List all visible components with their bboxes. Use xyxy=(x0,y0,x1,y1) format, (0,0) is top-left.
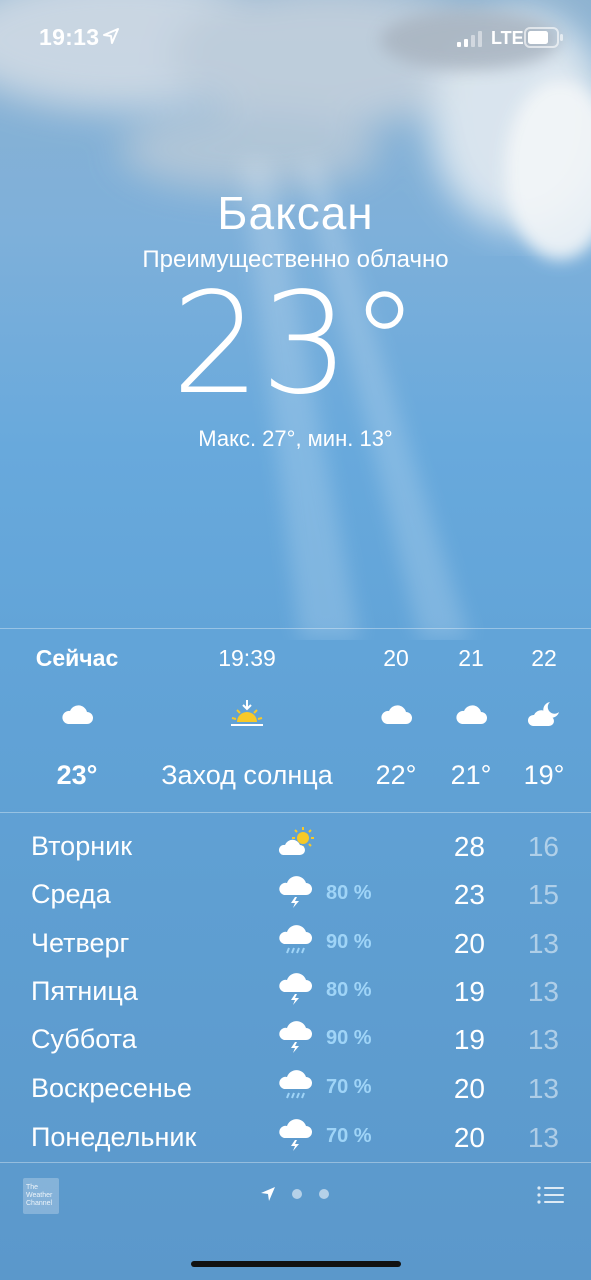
day-row: Суббота 90 % 19 13 xyxy=(0,1012,591,1060)
location-arrow-icon xyxy=(103,28,119,44)
day-row: Вторник 28 16 xyxy=(0,819,591,867)
precip-chance: 80 % xyxy=(326,882,372,904)
day-row: Пятница 80 % 19 13 xyxy=(0,964,591,1012)
city-name: Баксан xyxy=(217,187,374,239)
current-location-page-icon[interactable] xyxy=(260,1186,276,1202)
day-high: 28 xyxy=(453,831,485,862)
day-name: Четверг xyxy=(31,928,130,958)
day-high: 20 xyxy=(453,1073,485,1104)
day-name: Понедельник xyxy=(31,1122,197,1152)
day-name: Среда xyxy=(31,879,111,909)
hour-temp: 22° xyxy=(375,760,417,790)
day-name: Пятница xyxy=(31,976,138,1006)
precip-chance: 70 % xyxy=(326,1125,372,1147)
precip-chance: 90 % xyxy=(326,1027,372,1049)
status-bar: 19:13 LTE xyxy=(0,0,591,76)
precip-chance: 90 % xyxy=(326,931,372,953)
day-low: 13 xyxy=(527,1024,559,1055)
hour-label: 21 xyxy=(458,645,484,671)
day-name: Суббота xyxy=(31,1024,137,1054)
battery-icon xyxy=(524,27,563,48)
day-low: 15 xyxy=(527,879,559,910)
cellular-signal-icon xyxy=(457,31,482,47)
thunderstorm-icon xyxy=(279,973,312,1005)
sunset-icon xyxy=(231,700,263,726)
thunderstorm-icon xyxy=(279,876,312,908)
day-low: 13 xyxy=(527,976,559,1007)
home-indicator[interactable] xyxy=(191,1261,401,1267)
precip-chance: 80 % xyxy=(326,979,372,1001)
day-row: Четверг 90 % 20 13 xyxy=(0,916,591,964)
current-temperature: 23° xyxy=(171,263,420,426)
weather-channel-logo[interactable]: The Weather Channel xyxy=(23,1178,59,1214)
high-low-temperature: Макс. 27°, мин. 13° xyxy=(198,426,393,451)
rain-icon xyxy=(279,1070,312,1099)
divider xyxy=(0,812,591,813)
hour-label: Сейчас xyxy=(35,645,119,671)
thunderstorm-icon xyxy=(279,1119,312,1151)
cloud-moon-icon xyxy=(527,702,559,726)
day-high: 23 xyxy=(453,879,485,910)
day-low: 13 xyxy=(527,1073,559,1104)
day-high: 19 xyxy=(453,976,485,1007)
day-low: 16 xyxy=(527,831,559,862)
divider xyxy=(0,1162,591,1163)
hour-temp: 21° xyxy=(450,760,492,790)
page-dot[interactable] xyxy=(319,1189,329,1199)
day-high: 20 xyxy=(453,928,485,959)
hour-label: 19:39 xyxy=(218,645,276,671)
partly-sunny-icon xyxy=(278,827,314,855)
day-row: Среда 80 % 23 15 xyxy=(0,867,591,915)
day-high: 20 xyxy=(453,1122,485,1153)
cloud-icon xyxy=(381,705,412,724)
hour-label: 20 xyxy=(383,645,409,671)
rain-icon xyxy=(279,925,312,954)
day-row: Воскресенье 70 % 20 13 xyxy=(0,1061,591,1109)
network-type: LTE xyxy=(491,28,524,48)
hour-temp: 19° xyxy=(523,760,565,790)
day-name: Воскресенье xyxy=(31,1073,192,1103)
cloud-icon xyxy=(456,705,487,724)
thunderstorm-icon xyxy=(279,1021,312,1053)
hour-sunset-label: Заход солнца xyxy=(161,760,333,790)
status-time: 19:13 xyxy=(39,24,100,50)
divider xyxy=(0,628,591,629)
hour-label: 22 xyxy=(531,645,557,671)
day-high: 19 xyxy=(453,1024,485,1055)
day-low: 13 xyxy=(527,1122,559,1153)
day-low: 13 xyxy=(527,928,559,959)
precip-chance: 70 % xyxy=(326,1076,372,1098)
day-name: Вторник xyxy=(31,831,133,861)
hour-temp: 23° xyxy=(56,760,98,790)
cloud-icon xyxy=(62,705,93,724)
page-dot[interactable] xyxy=(292,1189,302,1199)
city-list-icon[interactable] xyxy=(537,1185,564,1205)
day-row: Понедельник 70 % 20 13 xyxy=(0,1110,591,1158)
